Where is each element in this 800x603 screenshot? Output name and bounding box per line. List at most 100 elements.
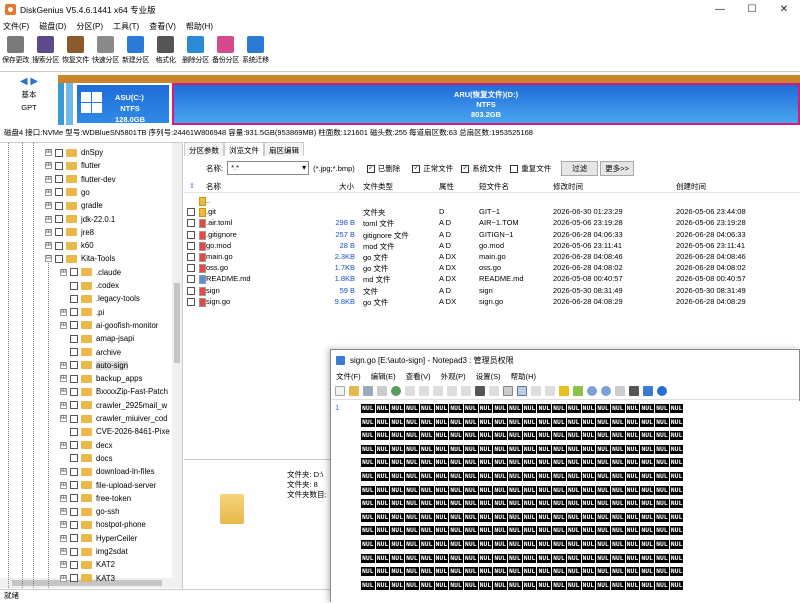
wordwrap-icon[interactable] [517,386,527,396]
file-checkbox[interactable] [187,275,195,284]
tree-expander-icon[interactable]: ⊞ [45,149,52,156]
tree-checkbox[interactable] [70,520,78,529]
tree-expander-icon[interactable]: ⊞ [60,415,67,422]
file-checkbox[interactable] [187,230,195,239]
open-icon[interactable] [349,386,359,396]
tree-checkbox[interactable] [70,348,78,356]
file-checkbox[interactable] [187,241,195,250]
paste-icon[interactable] [461,386,471,396]
tree-checkbox[interactable] [55,148,63,157]
tree-expander-icon[interactable]: ⊞ [45,188,52,196]
np-menu-help[interactable]: 帮助(H) [511,371,536,382]
menu-tools[interactable]: 工具(T) [113,21,139,32]
copy-icon[interactable] [447,386,457,396]
tree-node[interactable]: ⊞ gradle [45,199,103,212]
tree-checkbox[interactable] [55,215,63,223]
tree-checkbox[interactable] [70,441,78,450]
col-modified[interactable]: 修改时间 [553,181,583,192]
redo-icon[interactable] [419,386,429,396]
file-row[interactable]: oss.go 1.7KB go 文件 A DX oss.go 2026-06-28 04:… [184,263,800,274]
partition-efi[interactable] [58,83,64,125]
tree-checkbox[interactable] [70,494,78,503]
tree-expander-icon[interactable]: ⊞ [45,162,52,170]
tab-sector-edit[interactable]: 扇区编辑 [264,142,304,156]
tree-checkbox[interactable] [70,401,78,410]
editor-text[interactable]: NUL NUL NUL NUL NUL NUL NUL NUL NUL NUL NUL NUL NUL N… [361,404,800,603]
prev-disk-arrow-icon[interactable]: ◀ [20,76,28,87]
tree-node[interactable]: ⊞ flutter-dev [45,173,116,186]
tree-expander-icon[interactable]: ⊞ [60,375,67,383]
partition-d[interactable]: ARU(恢复文件)(D:) NTFS 803.2GB [172,83,800,125]
col-name[interactable]: 名称 [206,181,221,192]
col-attr[interactable]: 属性 [439,181,454,192]
toolbar-button-3[interactable]: 快速分区 [91,34,120,70]
tree-expander-icon[interactable]: ⊞ [60,268,67,276]
tree-node[interactable]: ⊞ KAT3 [60,572,115,585]
goto-icon[interactable] [503,386,513,396]
toolbar-button-8[interactable]: 系统迁移 [241,34,270,70]
tree-node[interactable]: ⊞ jre8 [45,226,94,239]
tree-checkbox[interactable] [55,175,63,184]
tree-node[interactable]: archive [60,346,121,359]
tree-checkbox[interactable] [55,228,63,237]
new-icon[interactable] [335,386,345,396]
tree-checkbox[interactable] [70,387,78,396]
file-row[interactable]: sign.go 9.8KB go 文件 A DX sign.go 2026-06-28 0… [184,297,800,308]
tree-expander-icon[interactable]: ⊞ [60,361,67,369]
file-row[interactable]: go.mod 28 B mod 文件 A D go.mod 2026-05-06 23:1… [184,241,800,252]
tree-expander-icon[interactable]: ⊞ [60,521,67,529]
toolbar-button-7[interactable]: 备份分区 [211,34,240,70]
partition-c[interactable]: ASU(C:) NTFS 128.0GB [75,83,171,125]
file-checkbox[interactable] [187,264,195,273]
cut-icon[interactable] [433,386,443,396]
tree-checkbox[interactable] [55,254,63,263]
toolbar-button-4[interactable]: 新建分区 [121,34,150,70]
replace-icon[interactable] [489,386,499,396]
menu-disk[interactable]: 磁盘(D) [39,21,66,32]
duplicate-files-checkbox[interactable]: 重复文件 [510,163,551,174]
tree-node[interactable]: ⊟ Kita-Tools [45,252,115,265]
favorites-icon[interactable] [573,386,583,396]
tree-node[interactable]: ⊞ go [45,186,90,199]
tree-node[interactable]: docs [60,452,112,465]
tree-checkbox[interactable] [70,481,78,489]
tree-expander-icon[interactable]: ⊞ [45,175,52,183]
tree-node[interactable]: ⊞ crawler_miuiver_cod [60,412,168,425]
reload-icon[interactable] [391,386,401,396]
tree-expander-icon[interactable]: ⊞ [45,242,52,250]
whitespace-icon[interactable] [545,386,555,396]
tree-checkbox[interactable] [70,334,78,343]
name-filter-input[interactable]: *.* [227,161,310,175]
tree-node[interactable]: ⊞ BxxxxZip-Fast-Patch [60,385,168,398]
np-menu-edit[interactable]: 编辑(E) [371,371,396,382]
system-files-checkbox[interactable]: 系统文件 [461,163,502,174]
tree-expander-icon[interactable]: ⊞ [60,534,67,542]
tree-expander-icon[interactable]: ⊞ [60,481,67,489]
tree-node[interactable]: ⊞ flutter [45,159,101,172]
tree-node[interactable]: ⊞ go-ssh [60,505,119,518]
tree-expander-icon[interactable]: ⊟ [45,255,52,263]
file-checkbox[interactable] [187,297,195,306]
tree-node[interactable]: ⊞ file-upload-server [60,479,156,492]
tree-checkbox[interactable] [70,454,78,463]
deleted-checkbox[interactable]: 已删除 [366,163,400,174]
tree-node[interactable]: ⊞ KAT2 [60,558,115,571]
tree-expander-icon[interactable]: ⊞ [60,441,67,449]
tree-expander-icon[interactable]: ⊞ [60,468,67,476]
tree-node[interactable]: ⊞ k60 [45,239,94,252]
pin-icon[interactable] [643,386,653,396]
col-short-name[interactable]: 短文件名 [479,181,509,192]
tree-checkbox[interactable] [70,534,78,543]
file-checkbox[interactable] [187,286,195,295]
tree-checkbox[interactable] [70,467,78,476]
zoom-out-icon[interactable] [601,386,611,396]
tree-expander-icon[interactable]: ⊞ [60,574,67,582]
maximize-button[interactable]: ☐ [736,0,768,19]
tree-node[interactable]: ⊞ HyperCeiler [60,532,137,545]
toolbar-button-0[interactable]: 保存更改 [1,34,30,70]
tree-expander-icon[interactable]: ⊞ [60,548,67,555]
tree-checkbox[interactable] [70,560,78,569]
file-checkbox[interactable] [187,208,195,217]
tree-expander-icon[interactable]: ⊞ [45,202,52,210]
tree-checkbox[interactable] [70,321,78,330]
